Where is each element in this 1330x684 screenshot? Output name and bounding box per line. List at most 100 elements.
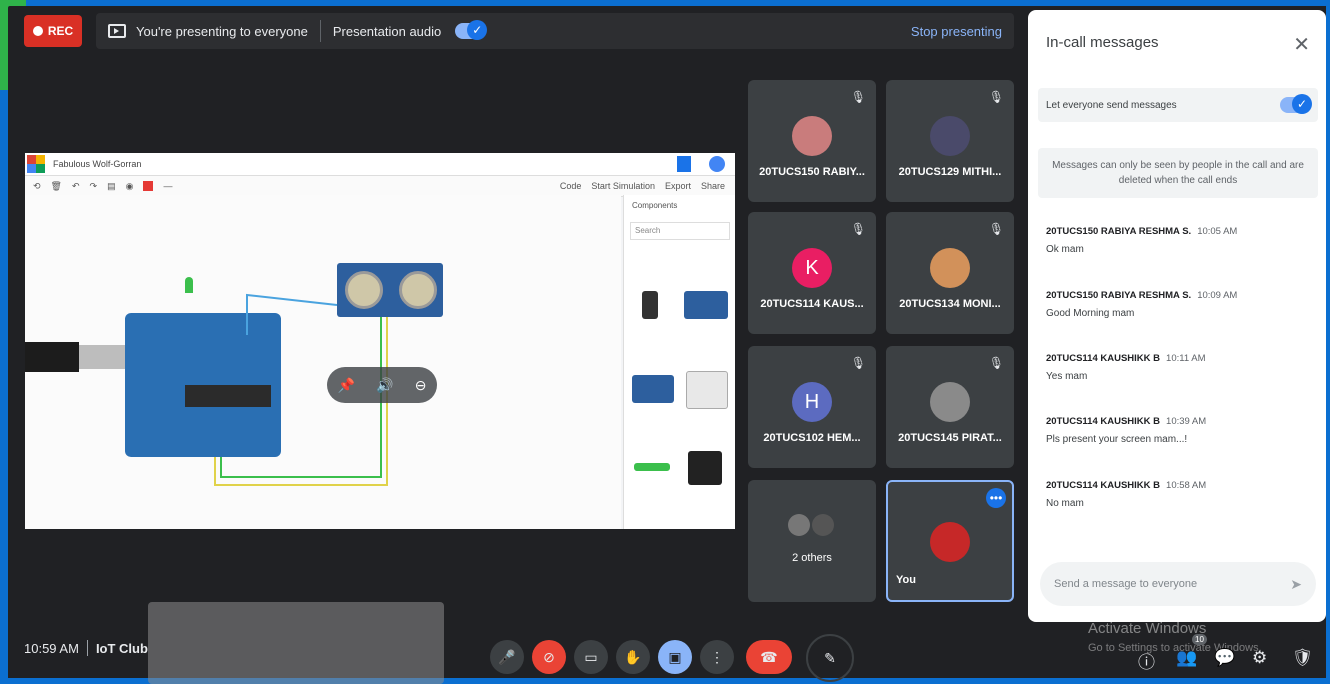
participant-tile[interactable]: 🎙 20TUCS145 PIRAT... bbox=[886, 346, 1014, 468]
clock: 10:59 AM bbox=[24, 640, 79, 656]
people-count-badge: 10 bbox=[1192, 634, 1207, 645]
present-screen-icon bbox=[108, 24, 126, 38]
participant-name: 20TUCS134 MONI... bbox=[899, 298, 1001, 310]
presentation-audio-label: Presentation audio bbox=[332, 23, 442, 39]
end-call-button[interactable]: ☎ bbox=[746, 640, 792, 674]
avatar bbox=[930, 522, 970, 562]
presenting-text: You're presenting to everyone bbox=[136, 23, 308, 39]
pin-icon[interactable]: 📌 bbox=[338, 377, 355, 394]
toggle-label: Let everyone send messages bbox=[1046, 99, 1177, 111]
tile-hover-controls: 📌 🔊 ⊖ bbox=[327, 367, 437, 403]
mic-button[interactable]: 🎤 bbox=[490, 640, 524, 674]
component-thumb bbox=[684, 291, 728, 319]
participant-name: 20TUCS150 RABIY... bbox=[759, 166, 865, 178]
avatar: H bbox=[792, 382, 832, 422]
view-icon: ◉ bbox=[125, 180, 134, 191]
captions-button[interactable]: ▭ bbox=[574, 640, 608, 674]
send-messages-setting: Let everyone send messages ✓ bbox=[1038, 88, 1318, 122]
chat-message: 20TUCS150 RABIYA RESHMA S. 10:09 AM Good … bbox=[1046, 290, 1306, 319]
info-icon[interactable]: ⓘ bbox=[1138, 648, 1155, 673]
message-sender: 20TUCS150 RABIYA RESHMA S. bbox=[1046, 290, 1192, 301]
panel-heading: Components bbox=[632, 201, 678, 210]
meeting-info: 10:59 AM IoT Club bbox=[24, 640, 148, 656]
mic-off-icon: 🎙 bbox=[988, 356, 1004, 370]
self-label: You bbox=[896, 574, 916, 586]
remove-icon[interactable]: ⊖ bbox=[415, 377, 427, 394]
undo-icon: ↶ bbox=[71, 180, 80, 191]
shared-toolbar: ⟲ 🗑 ↶ ↷ ▤ ◉ ― Code Start Simulation Expo… bbox=[25, 176, 735, 197]
presenting-banner: You're presenting to everyone Presentati… bbox=[96, 13, 1014, 49]
avatar: K bbox=[792, 248, 832, 288]
more-options-button[interactable]: ⋮ bbox=[700, 640, 734, 674]
message-sender: 20TUCS114 KAUSHIKK B bbox=[1046, 353, 1161, 364]
participant-tile[interactable]: 🎙 20TUCS134 MONI... bbox=[886, 212, 1014, 334]
raise-hand-button[interactable]: ✋ bbox=[616, 640, 650, 674]
camera-off-icon: ⊘ bbox=[543, 648, 555, 665]
avatar bbox=[812, 514, 834, 536]
present-button[interactable]: ▣ bbox=[658, 640, 692, 674]
circuit-canvas: 📌 🔊 ⊖ bbox=[25, 195, 621, 529]
participant-tile[interactable]: 🎙 K 20TUCS114 KAUS... bbox=[748, 212, 876, 334]
people-icon[interactable]: 👥 bbox=[1176, 648, 1197, 668]
others-label: 2 others bbox=[792, 552, 832, 564]
participant-name: 20TUCS129 MITHI... bbox=[898, 166, 1002, 178]
raise-hand-icon: ✋ bbox=[624, 648, 642, 665]
meeting-name: IoT Club bbox=[95, 640, 148, 656]
present-icon: ▣ bbox=[668, 648, 682, 665]
avatar bbox=[930, 248, 970, 288]
pen-icon: ✎ bbox=[824, 649, 836, 666]
annotation-button[interactable]: ✎ bbox=[806, 634, 854, 682]
chat-icon[interactable]: 💬 bbox=[1214, 648, 1235, 668]
chat-message: 20TUCS150 RABIYA RESHMA S. 10:05 AM Ok ma… bbox=[1046, 226, 1306, 255]
toolbar-share: Share bbox=[700, 181, 725, 191]
check-icon: ✓ bbox=[1292, 94, 1312, 114]
self-tile[interactable]: ••• You bbox=[886, 480, 1014, 602]
volume-icon[interactable]: 🔊 bbox=[376, 377, 393, 394]
send-icon[interactable]: ➤ bbox=[1290, 576, 1302, 593]
message-time: 10:39 AM bbox=[1166, 416, 1207, 427]
components-panel: Components Search bbox=[623, 195, 735, 529]
activate-windows-subtitle: Go to Settings to activate Windows. bbox=[1088, 642, 1262, 654]
shared-app-titlebar: Fabulous Wolf-Gorran bbox=[25, 153, 735, 176]
chat-message: 20TUCS114 KAUSHIKK B 10:39 AM Pls present… bbox=[1046, 416, 1306, 445]
meet-window: REC You're presenting to everyone Presen… bbox=[8, 6, 1326, 684]
note-icon: ▤ bbox=[107, 180, 116, 191]
message-time: 10:09 AM bbox=[1197, 290, 1238, 301]
more-options-icon[interactable]: ••• bbox=[986, 488, 1006, 508]
wires bbox=[214, 293, 388, 486]
in-call-messages-panel: In-call messages ✕ Let everyone send mes… bbox=[1028, 10, 1326, 622]
others-tile[interactable]: 2 others bbox=[748, 480, 876, 602]
participant-tile[interactable]: 🎙 H 20TUCS102 HEM... bbox=[748, 346, 876, 468]
shared-screen: Fabulous Wolf-Gorran ⟲ 🗑 ↶ ↷ ▤ ◉ ― Code … bbox=[25, 153, 735, 529]
toolbar-export: Export bbox=[664, 181, 691, 191]
camera-off-button[interactable]: ⊘ bbox=[532, 640, 566, 674]
stop-presenting-button[interactable]: Stop presenting bbox=[911, 24, 1002, 39]
chat-message: 20TUCS114 KAUSHIKK B 10:58 AM No mam bbox=[1046, 480, 1306, 509]
mic-off-icon: 🎙 bbox=[850, 90, 866, 104]
chat-message: 20TUCS114 KAUSHIKK B 10:11 AM Yes mam bbox=[1046, 353, 1306, 382]
avatar bbox=[930, 116, 970, 156]
rotate-icon: ⟲ bbox=[33, 180, 41, 191]
divider bbox=[319, 20, 321, 42]
activities-icon[interactable]: ⚙ bbox=[1252, 648, 1267, 668]
message-text: No mam bbox=[1046, 498, 1084, 509]
avatar bbox=[788, 514, 810, 536]
chat-input[interactable]: Send a message to everyone ➤ bbox=[1040, 562, 1316, 606]
participant-tile[interactable]: 🎙 20TUCS150 RABIY... bbox=[748, 80, 876, 202]
presentation-audio-toggle[interactable]: ✓ bbox=[455, 20, 488, 40]
record-dot-icon bbox=[32, 26, 43, 36]
message-time: 10:11 AM bbox=[1166, 353, 1206, 364]
message-sender: 20TUCS114 KAUSHIKK B bbox=[1046, 480, 1161, 491]
participant-tile[interactable]: 🎙 20TUCS129 MITHI... bbox=[886, 80, 1014, 202]
host-controls-icon[interactable]: 🛡 bbox=[1292, 648, 1314, 668]
redo-icon: ↷ bbox=[89, 180, 98, 191]
chat-note: Messages can only be seen by people in t… bbox=[1038, 148, 1318, 198]
close-icon[interactable]: ✕ bbox=[1293, 32, 1310, 57]
message-text: Pls present your screen mam...! bbox=[1046, 434, 1188, 445]
color-swatch bbox=[143, 181, 154, 191]
component-thumb bbox=[632, 375, 674, 403]
message-time: 10:58 AM bbox=[1166, 480, 1207, 491]
line-icon: ― bbox=[163, 181, 173, 191]
send-messages-toggle[interactable]: ✓ bbox=[1280, 94, 1312, 114]
panel-search: Search bbox=[630, 222, 730, 240]
